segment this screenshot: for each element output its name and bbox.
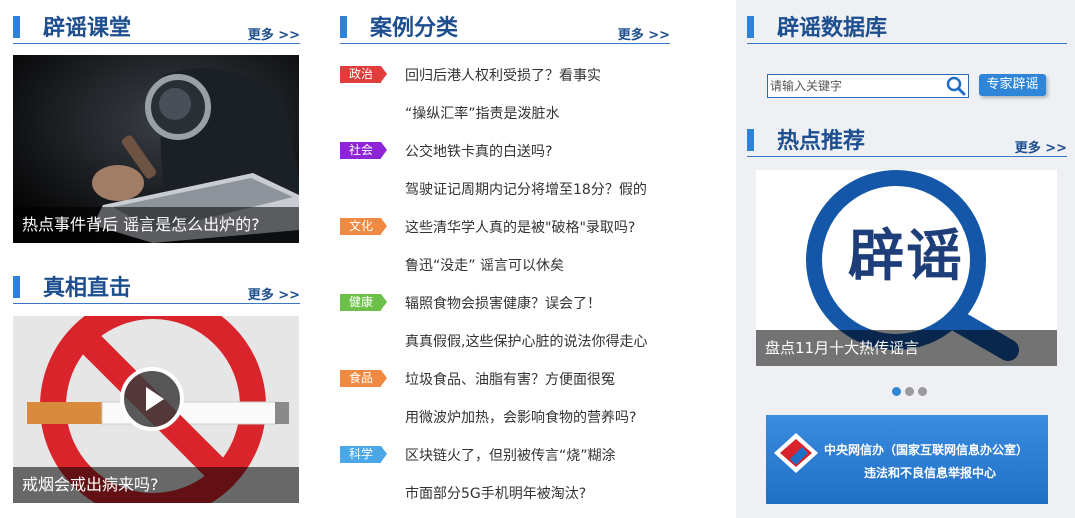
case-link[interactable]: 辐照食物会损害健康？误会了！ bbox=[405, 293, 670, 313]
section-marker bbox=[747, 129, 754, 151]
more-link[interactable]: 更多 >> bbox=[248, 24, 300, 43]
section-title: 辟谣数据库 bbox=[777, 16, 888, 41]
category-tag[interactable]: 健康 bbox=[340, 294, 387, 311]
case-link[interactable]: “操纵汇率”指责是泼脏水 bbox=[405, 103, 670, 123]
section-title: 辟谣课堂 bbox=[43, 16, 132, 41]
feature-caption: 戒烟会戒出病来吗? bbox=[13, 467, 299, 503]
section-marker bbox=[13, 16, 20, 38]
search-input[interactable] bbox=[768, 75, 946, 97]
report-center-logo-icon bbox=[774, 433, 818, 473]
category-tag[interactable]: 食品 bbox=[340, 370, 387, 387]
section-marker bbox=[13, 276, 20, 298]
category-tag[interactable]: 社会 bbox=[340, 142, 387, 159]
expert-debunk-button[interactable]: 专家辟谣 bbox=[979, 74, 1046, 96]
case-row: 鲁迅“没走” 谣言可以休矣 bbox=[340, 246, 670, 284]
section-marker bbox=[747, 16, 754, 38]
case-link[interactable]: 驾驶证记周期内记分将增至18分？假的 bbox=[405, 179, 670, 199]
case-category-list: 政治 回归后港人权利受损了？看事实 “操纵汇率”指责是泼脏水社会 公交地铁卡真的白送吗… bbox=[340, 56, 670, 512]
case-link[interactable]: 鲁迅“没走” 谣言可以休矣 bbox=[405, 255, 670, 275]
section-header-rumor-class: 辟谣课堂 更多 >> bbox=[13, 6, 300, 44]
case-row: 真真假假,这些保护心脏的说法你得走心 bbox=[340, 322, 670, 360]
more-link[interactable]: 更多 >> bbox=[1015, 137, 1067, 156]
section-header-hot: 热点推荐 更多 >> bbox=[747, 119, 1067, 157]
case-row: 市面部分5G手机明年被淘汰? bbox=[340, 474, 670, 512]
play-icon bbox=[146, 387, 164, 411]
search-icon[interactable] bbox=[945, 76, 967, 96]
carousel-dots bbox=[892, 381, 931, 400]
category-tag[interactable]: 政治 bbox=[340, 66, 387, 83]
case-link[interactable]: 公交地铁卡真的白送吗? bbox=[405, 141, 670, 161]
case-row: 社会 公交地铁卡真的白送吗? bbox=[340, 132, 670, 170]
carousel-dot[interactable] bbox=[892, 387, 901, 396]
report-center-banner[interactable]: 中央网信办（国家互联网信息办公室） 违法和不良信息举报中心 bbox=[766, 415, 1048, 504]
case-link[interactable]: 区块链火了，但别被传言“烧”糊涂 bbox=[405, 445, 670, 465]
case-row: 驾驶证记周期内记分将增至18分？假的 bbox=[340, 170, 670, 208]
banner-line-1: 中央网信办（国家互联网信息办公室） bbox=[824, 443, 1029, 457]
carousel-dot[interactable] bbox=[905, 387, 914, 396]
case-row: 食品 垃圾食品、油脂有害？方便面很冤 bbox=[340, 360, 670, 398]
section-title: 热点推荐 bbox=[777, 129, 866, 154]
section-title: 真相直击 bbox=[43, 276, 132, 301]
case-link[interactable]: 市面部分5G手机明年被淘汰? bbox=[405, 483, 670, 503]
section-header-database: 辟谣数据库 bbox=[747, 6, 1067, 44]
play-button[interactable] bbox=[120, 367, 184, 431]
case-row: 科学 区块链火了，但别被传言“烧”糊涂 bbox=[340, 436, 670, 474]
case-link[interactable]: 用微波炉加热，会影响食物的营养吗? bbox=[405, 407, 670, 427]
more-link[interactable]: 更多 >> bbox=[618, 24, 670, 43]
case-link[interactable]: 回归后港人权利受损了？看事实 bbox=[405, 65, 670, 85]
search-box bbox=[767, 74, 969, 98]
logo-text: 辟谣 bbox=[848, 224, 964, 289]
banner-line-2: 违法和不良信息举报中心 bbox=[864, 466, 997, 480]
hot-carousel-slide[interactable]: 辟谣 盘点11月十大热传谣言 bbox=[756, 170, 1057, 366]
category-tag[interactable]: 科学 bbox=[340, 446, 387, 463]
category-tag[interactable]: 文化 bbox=[340, 218, 387, 235]
more-link[interactable]: 更多 >> bbox=[248, 284, 300, 303]
case-row: 用微波炉加热，会影响食物的营养吗? bbox=[340, 398, 670, 436]
case-row: “操纵汇率”指责是泼脏水 bbox=[340, 94, 670, 132]
slide-caption: 盘点11月十大热传谣言 bbox=[756, 330, 1057, 366]
case-link[interactable]: 这些清华学人真的是被"破格"录取吗? bbox=[405, 217, 670, 237]
section-marker bbox=[340, 16, 347, 38]
section-title: 案例分类 bbox=[370, 16, 459, 41]
rumor-class-feature[interactable]: 热点事件背后 谣言是怎么出炉的? bbox=[13, 55, 299, 243]
case-row: 健康 辐照食物会损害健康？误会了！ bbox=[340, 284, 670, 322]
section-header-cases: 案例分类 更多 >> bbox=[340, 6, 670, 44]
case-row: 政治 回归后港人权利受损了？看事实 bbox=[340, 56, 670, 94]
case-row: 文化 这些清华学人真的是被"破格"录取吗? bbox=[340, 208, 670, 246]
carousel-dot[interactable] bbox=[918, 387, 927, 396]
section-header-truth: 真相直击 更多 >> bbox=[13, 266, 300, 304]
case-link[interactable]: 垃圾食品、油脂有害？方便面很冤 bbox=[405, 369, 670, 389]
truth-video-feature[interactable]: 戒烟会戒出病来吗? bbox=[13, 316, 299, 503]
feature-caption: 热点事件背后 谣言是怎么出炉的? bbox=[13, 207, 299, 243]
case-link[interactable]: 真真假假,这些保护心脏的说法你得走心 bbox=[405, 331, 670, 351]
